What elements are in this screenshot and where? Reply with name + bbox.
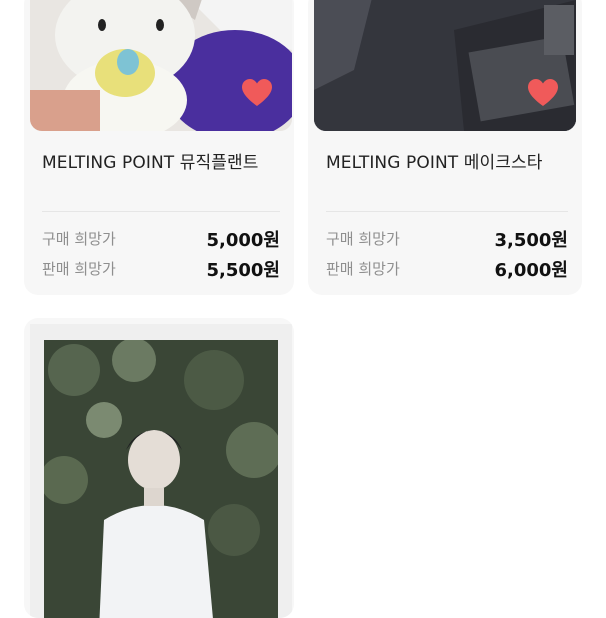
- divider: [42, 211, 280, 212]
- sell-price-value: 5,500원: [206, 260, 281, 281]
- listing-image[interactable]: [314, 0, 576, 131]
- sell-price-label: 판매 희망가: [326, 260, 400, 278]
- listing-image[interactable]: [30, 324, 292, 618]
- buy-price-row: 구매 희망가 3,500원: [326, 226, 569, 251]
- buy-price-value: 3,500원: [494, 230, 569, 251]
- listing-card-2[interactable]: MELTING POINT 메이크스타 구매 희망가 3,500원 판매 희망가…: [308, 0, 582, 295]
- heart-icon[interactable]: [240, 76, 274, 110]
- sell-price-row: 판매 희망가 6,000원: [326, 256, 569, 281]
- sell-price-label: 판매 희망가: [42, 260, 116, 278]
- buy-price-row: 구매 희망가 5,000원: [42, 226, 281, 251]
- buy-price-label: 구매 희망가: [42, 230, 116, 248]
- buy-price-label: 구매 희망가: [326, 230, 400, 248]
- heart-icon[interactable]: [526, 76, 560, 110]
- listing-card-1[interactable]: MELTING POINT 뮤직플랜트 구매 희망가 5,000원 판매 희망가…: [24, 0, 294, 295]
- divider: [326, 211, 568, 212]
- album-photo: [314, 0, 576, 131]
- plush-doll-photo: [30, 0, 292, 131]
- sell-price-value: 6,000원: [494, 260, 569, 281]
- buy-price-value: 5,000원: [206, 230, 281, 251]
- sell-price-row: 판매 희망가 5,500원: [42, 256, 281, 281]
- listing-title[interactable]: MELTING POINT 뮤직플랜트: [42, 148, 292, 173]
- listing-image[interactable]: [30, 0, 292, 131]
- photocard-image: [44, 340, 278, 618]
- listing-card-3[interactable]: [24, 318, 294, 618]
- listing-title[interactable]: MELTING POINT 메이크스타: [326, 148, 576, 173]
